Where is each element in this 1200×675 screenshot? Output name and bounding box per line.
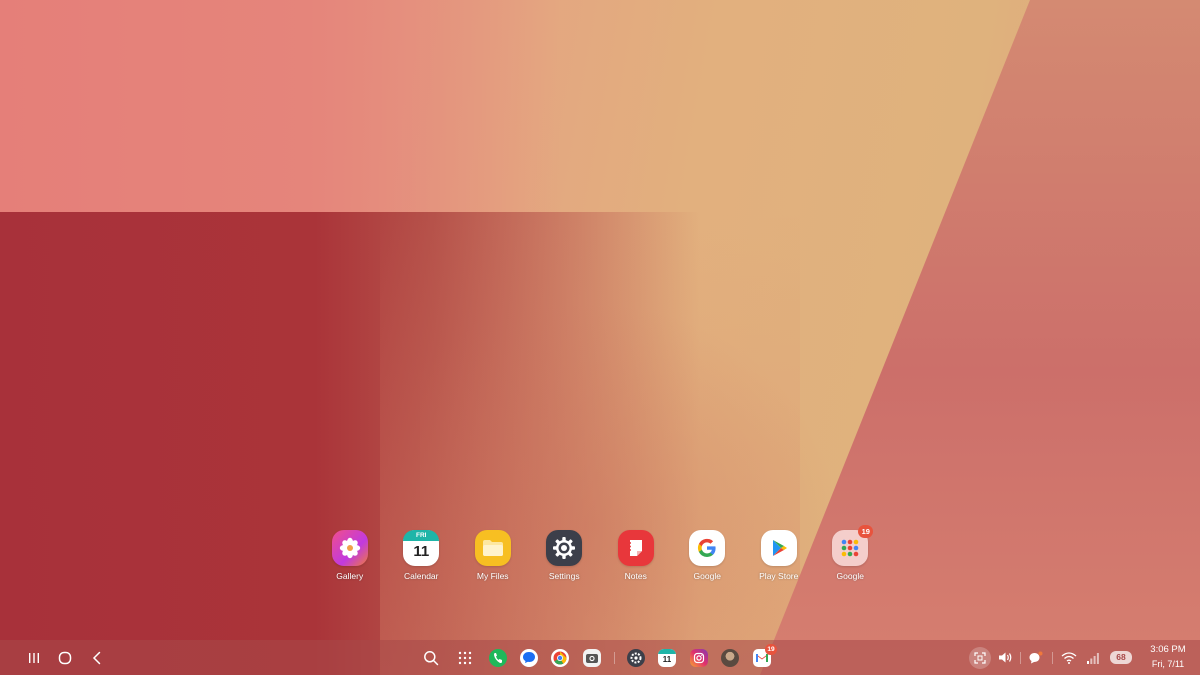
app-label: Settings bbox=[548, 571, 580, 581]
gear-icon bbox=[546, 530, 583, 566]
app-label: Google bbox=[836, 571, 864, 581]
app-calendar[interactable]: FRI 11 Calendar bbox=[386, 530, 458, 590]
notifications-button[interactable] bbox=[1024, 640, 1046, 675]
taskbar-instagram[interactable] bbox=[687, 640, 711, 675]
notes-icon bbox=[617, 530, 654, 566]
recents-icon bbox=[29, 652, 39, 663]
app-play-store[interactable]: Play Store bbox=[743, 530, 815, 590]
instagram-icon bbox=[690, 648, 708, 667]
taskbar-chrome[interactable] bbox=[548, 640, 572, 675]
wallpaper-top-left bbox=[0, 0, 560, 212]
avatar bbox=[721, 648, 739, 667]
taskbar-divider bbox=[1020, 652, 1021, 664]
apps-grid-icon bbox=[458, 651, 472, 664]
notification-badge: 19 bbox=[765, 643, 777, 655]
clock[interactable]: 3:06 PM Fri, 7/11 bbox=[1140, 643, 1196, 671]
app-dock: Gallery FRI 11 Calendar My Files Setting… bbox=[314, 525, 887, 590]
chat-bubble-icon bbox=[1029, 651, 1042, 663]
apps-button[interactable] bbox=[454, 640, 476, 675]
google-icon bbox=[689, 530, 726, 566]
phone-icon bbox=[489, 648, 507, 667]
app-google[interactable]: Google bbox=[672, 530, 744, 590]
calendar-day: FRI bbox=[403, 530, 440, 541]
taskbar-calendar[interactable]: 11 bbox=[655, 640, 679, 675]
search-button[interactable] bbox=[420, 640, 442, 675]
clock-time: 3:06 PM bbox=[1150, 644, 1186, 655]
folder-icon: 19 bbox=[832, 525, 874, 566]
app-notes[interactable]: Notes bbox=[600, 530, 672, 590]
app-label: Play Store bbox=[759, 571, 799, 581]
calendar-date: 11 bbox=[662, 654, 672, 664]
play-store-icon bbox=[760, 530, 797, 566]
taskbar-messages[interactable] bbox=[517, 640, 541, 675]
gear-icon bbox=[627, 648, 645, 667]
chrome-icon bbox=[551, 648, 569, 667]
app-label: Notes bbox=[624, 571, 647, 581]
app-my-files[interactable]: My Files bbox=[457, 530, 529, 590]
clock-date: Fri, 7/11 bbox=[1151, 659, 1185, 669]
home-button[interactable] bbox=[53, 640, 77, 675]
app-label: My Files bbox=[476, 571, 509, 581]
app-settings[interactable]: Settings bbox=[529, 530, 601, 590]
camera-icon bbox=[583, 648, 601, 667]
home-icon bbox=[58, 651, 72, 664]
taskbar: 11 19 68 3:06 PM Fri, 7/11 bbox=[0, 640, 1200, 675]
battery-status[interactable]: 68 bbox=[1108, 640, 1134, 675]
battery-icon: 68 bbox=[1110, 651, 1132, 664]
app-google-folder[interactable]: 19 Google bbox=[815, 525, 887, 590]
app-gallery[interactable]: Gallery bbox=[314, 530, 386, 590]
signal-icon bbox=[1087, 652, 1099, 664]
wifi-icon bbox=[1061, 651, 1077, 664]
back-button[interactable] bbox=[85, 640, 109, 675]
recents-button[interactable] bbox=[22, 640, 46, 675]
wifi-status[interactable] bbox=[1058, 640, 1080, 675]
taskbar-gmail[interactable]: 19 bbox=[750, 640, 777, 675]
taskbar-camera[interactable] bbox=[580, 640, 604, 675]
app-label: Google bbox=[693, 571, 721, 581]
folder-icon bbox=[474, 530, 511, 566]
screen-capture-icon bbox=[969, 646, 991, 669]
wallpaper-shade bbox=[420, 300, 840, 675]
screenshot-button[interactable] bbox=[968, 640, 992, 675]
taskbar-phone[interactable] bbox=[486, 640, 510, 675]
back-icon bbox=[92, 651, 101, 664]
app-label: Gallery bbox=[336, 571, 364, 581]
calendar-icon: 11 bbox=[658, 648, 676, 667]
gmail-icon: 19 bbox=[753, 643, 777, 667]
taskbar-contact[interactable] bbox=[718, 640, 742, 675]
messages-icon bbox=[520, 648, 538, 667]
taskbar-settings[interactable] bbox=[624, 640, 648, 675]
volume-icon bbox=[998, 652, 1011, 663]
gallery-icon bbox=[331, 530, 368, 566]
volume-button[interactable] bbox=[994, 640, 1016, 675]
calendar-date: 11 bbox=[413, 543, 430, 560]
signal-status[interactable] bbox=[1082, 640, 1104, 675]
taskbar-divider bbox=[1052, 652, 1053, 664]
app-label: Calendar bbox=[404, 571, 439, 581]
calendar-icon: FRI 11 bbox=[403, 530, 440, 566]
search-icon bbox=[424, 650, 439, 665]
taskbar-divider bbox=[614, 652, 615, 664]
notification-badge: 19 bbox=[858, 525, 874, 538]
